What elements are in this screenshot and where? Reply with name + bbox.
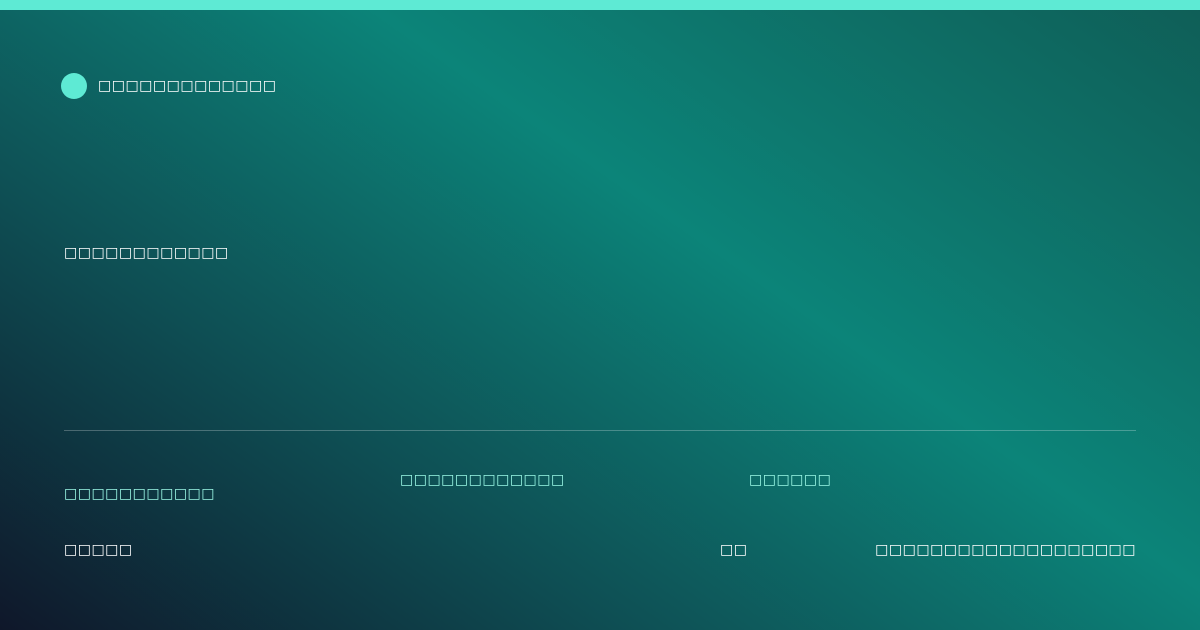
footer-left-text: □□□□□	[64, 542, 133, 558]
footer-right-text: □□□□□□□□□□□□□□□□□□□	[875, 542, 1136, 558]
meta-item-2: □□□□□□□□□□□□	[400, 472, 565, 488]
brand-logo-dot-icon	[61, 73, 87, 99]
divider	[64, 430, 1136, 431]
brand-name: □□□□□□□□□□□□□	[98, 78, 277, 94]
meta-item-1: □□□□□□□□□□□	[64, 486, 216, 502]
headline: □□□□□□□□□□□□	[64, 245, 229, 261]
brand-header: □□□□□□□□□□□□□	[61, 73, 276, 99]
top-accent-bar	[0, 0, 1200, 10]
meta-item-3: □□□□□□	[749, 472, 832, 488]
footer-middle-text: □□	[720, 542, 748, 558]
